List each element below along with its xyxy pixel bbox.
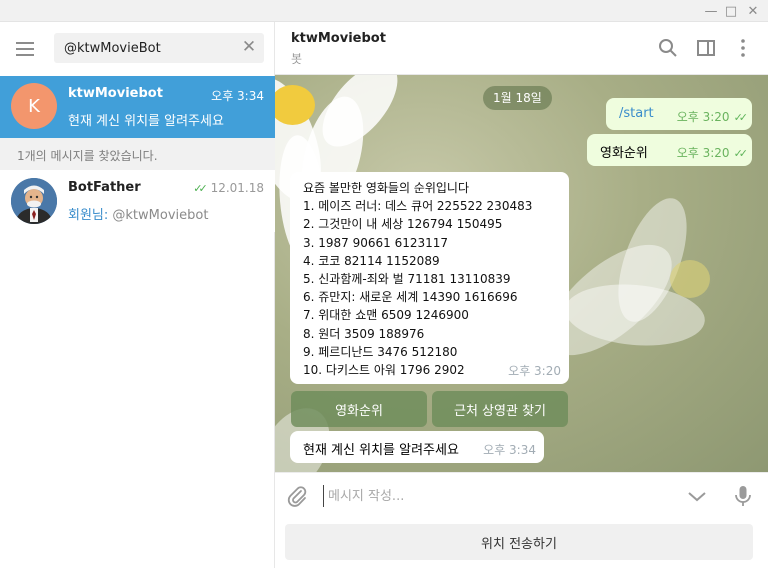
message-input[interactable]	[323, 485, 663, 507]
chat-subtitle: 봇	[291, 52, 303, 66]
list-line: 1. 메이즈 러너: 데스 큐어 225522 230483	[303, 199, 533, 214]
chat-item-botfather[interactable]: BotFather ✓✓ 12.01.18 회원님: @ktwMoviebot	[0, 170, 275, 232]
attach-icon[interactable]	[284, 483, 310, 509]
message-time: 오후 3:20	[676, 146, 730, 160]
hamburger-menu-icon[interactable]	[14, 38, 38, 58]
clear-search-icon[interactable]: ✕	[240, 38, 258, 56]
list-line: 6. 쥬만지: 새로운 세계 14390 1616696	[303, 290, 518, 305]
message-bubble-out[interactable]: /start 오후 3:20 ✓✓	[606, 98, 752, 130]
chat-time: 오후 3:34	[211, 89, 264, 103]
message-bubble-in[interactable]: 현재 계신 위치를 알려주세요 오후 3:34	[290, 431, 544, 463]
message-meta: 오후 3:20 ✓✓	[676, 144, 749, 161]
double-check-icon: ✓✓	[733, 147, 749, 160]
message-bubble-in[interactable]: 요즘 볼만한 영화들의 순위입니다 1. 메이즈 러너: 데스 큐어 22552…	[290, 172, 569, 384]
send-location-button[interactable]: 위치 전송하기	[285, 524, 753, 560]
chat-time: 12.01.18	[210, 181, 264, 195]
message-time: 오후 3:20	[508, 364, 561, 378]
minimize-button[interactable]: —	[700, 0, 722, 22]
chat-header: ktwMoviebot 봇	[275, 22, 768, 75]
message-time: 오후 3:20	[676, 110, 730, 124]
message-area[interactable]: 1월 18일 /start 오후 3:20 ✓✓ 영화순위 오후 3:20 ✓✓ 요…	[275, 75, 768, 472]
search-icon[interactable]	[656, 36, 680, 60]
chat-list-panel: ✕ K ktwMoviebot 오후 3:34 현재 계신 위치를 알려주세요 …	[0, 22, 275, 568]
maximize-button[interactable]: □	[720, 0, 742, 22]
list-line: 10. 다키스트 아워 1796 2902	[303, 362, 465, 377]
list-line: 4. 코코 82114 1152089	[303, 253, 440, 268]
message-meta: 오후 3:20 ✓✓	[676, 108, 749, 125]
chat-time-wrap: ✓✓ 12.01.18	[193, 181, 264, 195]
message-text[interactable]: /start	[619, 106, 654, 121]
botfather-avatar-icon	[11, 178, 57, 224]
list-line: 8. 원더 3509 188976	[303, 326, 425, 341]
message-text: 현재 계신 위치를 알려주세요	[303, 443, 459, 458]
list-line: 3. 1987 90661 6123117	[303, 235, 449, 250]
search-box: ✕	[54, 33, 264, 63]
ranking-list: 요즘 볼만한 영화들의 순위입니다 1. 메이즈 러너: 데스 큐어 22552…	[303, 179, 532, 379]
chat-preview: @ktwMoviebot	[112, 208, 209, 223]
list-line: 7. 위대한 쇼맨 6509 1246900	[303, 308, 469, 323]
window-titlebar: — □ ✕	[0, 0, 768, 22]
keyboard-button-movie-rank[interactable]: 영화순위	[291, 391, 427, 427]
chat-item-ktwmoviebot[interactable]: K ktwMoviebot 오후 3:34 현재 계신 위치를 알려주세요	[0, 76, 275, 138]
avatar: K	[11, 83, 57, 129]
microphone-icon[interactable]	[730, 483, 756, 509]
chat-name: ktwMoviebot	[68, 86, 163, 101]
chat-preview-prefix: 회원님:	[68, 208, 113, 223]
double-check-icon: ✓✓	[193, 182, 208, 195]
avatar	[11, 178, 57, 224]
bot-keyboard-area: 위치 전송하기	[275, 518, 768, 568]
chat-title[interactable]: ktwMoviebot	[291, 31, 386, 46]
search-result-count: 1개의 메시지를 찾았습니다.	[0, 138, 275, 170]
double-check-icon: ✓✓	[733, 111, 749, 124]
message-composer	[275, 472, 768, 518]
sidebar-toggle-icon[interactable]	[694, 36, 718, 60]
message-time: 오후 3:34	[483, 443, 536, 457]
message-bubble-out[interactable]: 영화순위 오후 3:20 ✓✓	[587, 134, 752, 166]
list-line: 9. 페르디난드 3476 512180	[303, 344, 458, 359]
chat-name: BotFather	[68, 180, 141, 195]
date-separator: 1월 18일	[483, 86, 552, 110]
chat-preview: 현재 계신 위치를 알려주세요	[68, 114, 224, 129]
chevron-down-icon[interactable]	[684, 483, 710, 509]
message-text: 영화순위	[600, 146, 648, 161]
close-window-button[interactable]: ✕	[742, 0, 764, 22]
keyboard-button-nearby-theater[interactable]: 근처 상영관 찾기	[432, 391, 568, 427]
chat-preview-wrap: 회원님: @ktwMoviebot	[68, 204, 208, 223]
list-line: 2. 그것만이 내 세상 126794 150495	[303, 217, 503, 232]
search-input[interactable]	[64, 39, 234, 57]
more-options-icon[interactable]	[731, 36, 755, 60]
list-line: 5. 신과함께-죄와 벌 71181 13110839	[303, 271, 511, 286]
conversation-panel: ktwMoviebot 봇 1월 18일 /start 오후 3:20 ✓✓ 영…	[275, 22, 768, 568]
list-line: 요즘 볼만한 영화들의 순위입니다	[303, 181, 470, 195]
